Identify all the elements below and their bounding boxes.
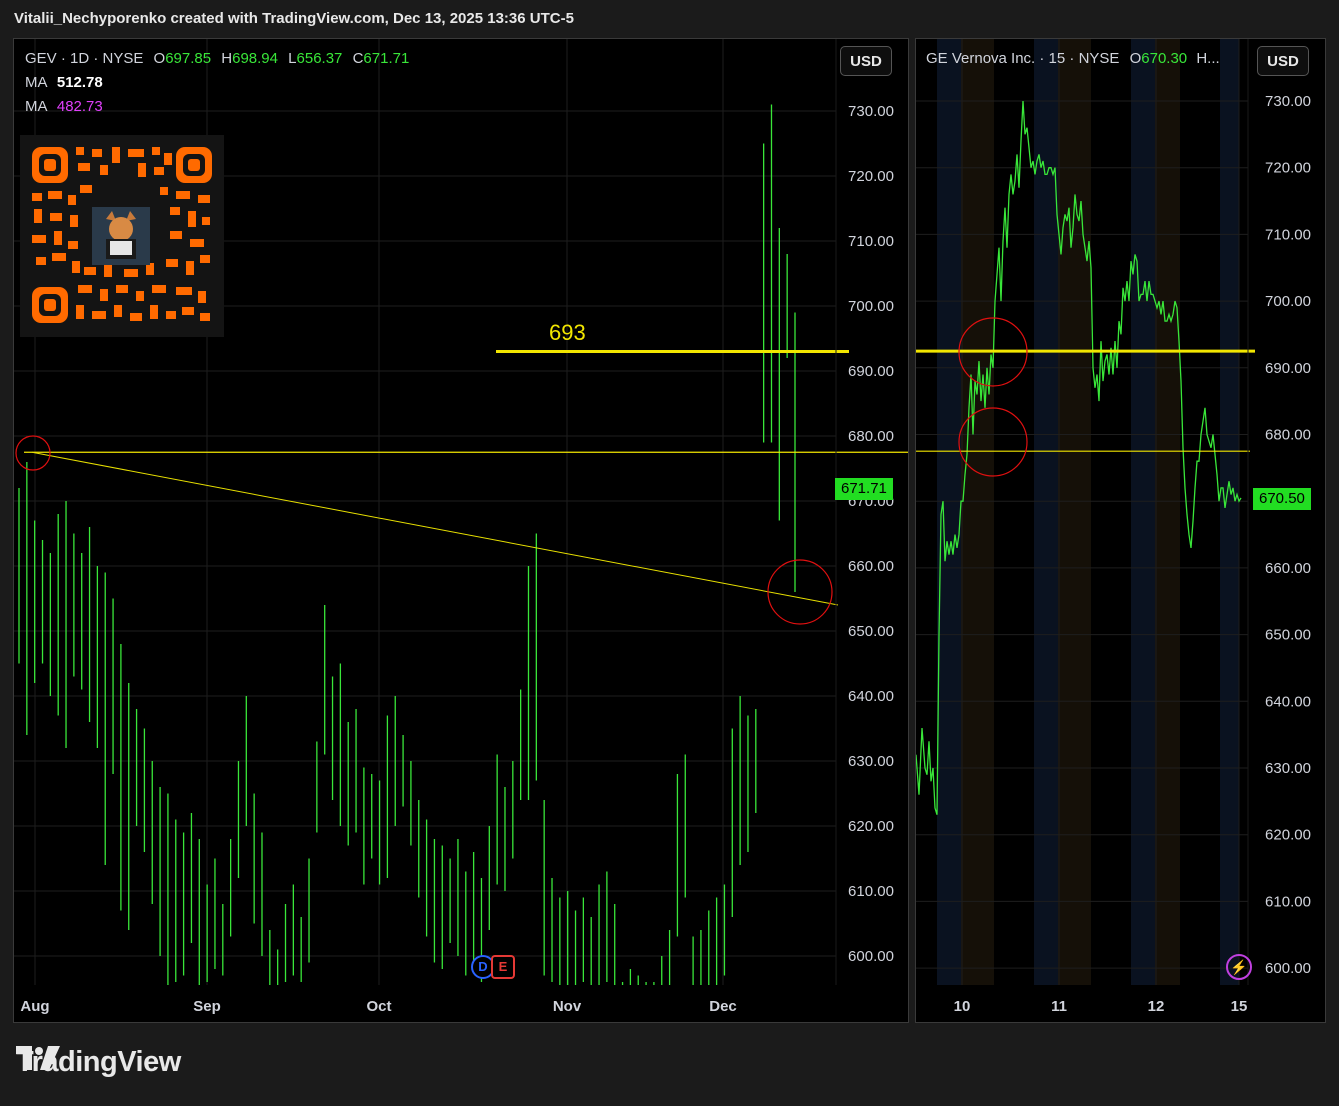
x-tick-label: Dec bbox=[709, 998, 737, 1015]
low-label: L bbox=[288, 50, 297, 67]
y-tick-label: 600.00 bbox=[848, 948, 894, 965]
level-693-label: 693 bbox=[549, 320, 586, 345]
x-tick-label: Aug bbox=[20, 998, 49, 1015]
y-tick-label: 730.00 bbox=[1265, 93, 1311, 110]
earnings-badge[interactable]: E bbox=[491, 955, 515, 979]
tradingview-logo-icon bbox=[16, 1046, 60, 1070]
y-tick-label: 630.00 bbox=[848, 753, 894, 770]
lightning-icon[interactable]: ⚡ bbox=[1226, 954, 1252, 980]
y-tick-label: 680.00 bbox=[1265, 427, 1311, 444]
right-open-value: 670.30 bbox=[1141, 50, 1188, 67]
session-band bbox=[1034, 39, 1058, 985]
close-label: C bbox=[352, 50, 364, 67]
y-tick-label: 720.00 bbox=[848, 168, 894, 185]
session-band bbox=[1058, 39, 1091, 985]
session-band bbox=[937, 39, 961, 985]
x-tick-label: 12 bbox=[1148, 998, 1165, 1015]
ma1-legend[interactable]: MA 512.78 bbox=[25, 74, 103, 91]
y-tick-label: 620.00 bbox=[1265, 827, 1311, 844]
y-tick-label: 640.00 bbox=[1265, 693, 1311, 710]
y-tick-label: 640.00 bbox=[848, 688, 894, 705]
currency-button-left[interactable]: USD bbox=[840, 46, 892, 76]
left-symbol[interactable]: GEV · 1D · NYSE bbox=[25, 50, 143, 67]
intraday-chart-svg[interactable]: 10 11 12 15 730.00 720.00 710.00 700.00 690.00 68… bbox=[916, 39, 1325, 1022]
x-tick-label: Oct bbox=[366, 998, 391, 1015]
high-value: 698.94 bbox=[232, 50, 278, 67]
daily-chart-pane[interactable]: Aug Sep Oct Nov Dec 730.00 720.00 710.00 700.00 6… bbox=[13, 38, 909, 1023]
x-tick-label: Sep bbox=[193, 998, 221, 1015]
right-symbol[interactable]: GE Vernova Inc. · 15 · NYSE bbox=[926, 50, 1119, 67]
high-label: H bbox=[221, 50, 233, 67]
y-tick-label: 600.00 bbox=[1265, 960, 1311, 977]
y-tick-label: 620.00 bbox=[848, 818, 894, 835]
right-open-label: O bbox=[1129, 50, 1142, 67]
last-price-tag-left: 671.71 bbox=[835, 478, 893, 500]
y-tick-label: 680.00 bbox=[848, 428, 894, 445]
attribution-text: Vitalii_Nechyporenko created with Tradin… bbox=[14, 10, 574, 27]
close-value: 671.71 bbox=[363, 50, 410, 67]
ma1-label: MA bbox=[25, 74, 47, 91]
session-band bbox=[1220, 39, 1239, 985]
ma2-legend[interactable]: MA 482.73 bbox=[25, 98, 103, 115]
y-tick-label: 710.00 bbox=[848, 233, 894, 250]
qr-code-image bbox=[20, 135, 224, 337]
y-tick-label: 700.00 bbox=[848, 298, 894, 315]
y-tick-label: 690.00 bbox=[1265, 360, 1311, 377]
left-ohlc-legend: GEV · 1D · NYSE O697.85 H698.94 L656.37 … bbox=[25, 50, 409, 67]
ma2-label: MA bbox=[25, 98, 47, 115]
y-tick-label: 630.00 bbox=[1265, 760, 1311, 777]
currency-button-right[interactable]: USD bbox=[1257, 46, 1309, 76]
x-tick-label: 10 bbox=[954, 998, 971, 1015]
ma1-value: 512.78 bbox=[56, 74, 103, 91]
x-tick-label: 15 bbox=[1231, 998, 1248, 1015]
last-price-tag-right: 670.50 bbox=[1253, 488, 1311, 510]
y-tick-label: 720.00 bbox=[1265, 160, 1311, 177]
y-tick-label: 660.00 bbox=[848, 558, 894, 575]
open-label: O bbox=[153, 50, 166, 67]
tradingview-logo[interactable]: TradingView bbox=[16, 1046, 181, 1079]
y-tick-label: 730.00 bbox=[848, 103, 894, 120]
session-band bbox=[1155, 39, 1180, 985]
y-tick-label: 610.00 bbox=[1265, 893, 1311, 910]
right-ohlc-legend: GE Vernova Inc. · 15 · NYSE O670.30 H... bbox=[926, 50, 1220, 67]
x-tick-label: 11 bbox=[1051, 998, 1067, 1015]
x-tick-label: Nov bbox=[553, 998, 582, 1015]
y-tick-label: 690.00 bbox=[848, 363, 894, 380]
y-tick-label: 610.00 bbox=[848, 883, 894, 900]
y-tick-label: 700.00 bbox=[1265, 293, 1311, 310]
ma2-value: 482.73 bbox=[56, 98, 103, 115]
y-tick-label: 660.00 bbox=[1265, 560, 1311, 577]
session-band bbox=[1131, 39, 1155, 985]
qr-code-graphic bbox=[32, 147, 212, 323]
low-value: 656.37 bbox=[296, 50, 343, 67]
open-value: 697.85 bbox=[165, 50, 212, 67]
y-tick-label: 650.00 bbox=[848, 623, 894, 640]
session-band bbox=[961, 39, 994, 985]
y-tick-label: 710.00 bbox=[1265, 226, 1311, 243]
y-tick-label: 650.00 bbox=[1265, 627, 1311, 644]
right-legend-truncated: H... bbox=[1196, 50, 1220, 67]
intraday-chart-pane[interactable]: 10 11 12 15 730.00 720.00 710.00 700.00 690.00 68… bbox=[915, 38, 1326, 1023]
